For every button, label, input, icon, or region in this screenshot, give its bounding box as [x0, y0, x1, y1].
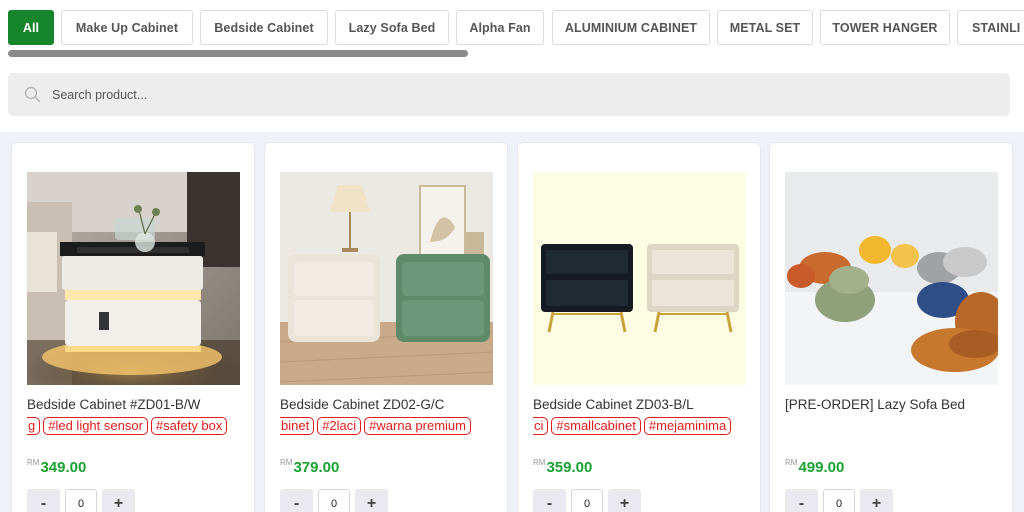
decrease-quantity-button[interactable]: -	[27, 489, 60, 512]
category-tab-bedside-cabinet[interactable]: Bedside Cabinet	[200, 10, 328, 45]
category-tab-stainless[interactable]: STAINLI	[957, 10, 1024, 45]
product-name[interactable]: Bedside Cabinet ZD02-G/C	[280, 397, 495, 412]
product-card[interactable]: [PRE-ORDER] Lazy Sofa Bed RM499.00 - +	[769, 142, 1013, 512]
price-value: 499.00	[798, 459, 845, 476]
product-card[interactable]: Bedside Cabinet #ZD01-B/W g #led light se…	[11, 142, 255, 512]
price-value: 359.00	[546, 459, 593, 476]
product-card[interactable]: Bedside Cabinet ZD02-G/C binet #2laci #war…	[264, 142, 508, 512]
product-card[interactable]: Bedside Cabinet ZD03-B/L ci #smallcabinet…	[517, 142, 761, 512]
product-tag[interactable]: #warna premium	[364, 417, 471, 435]
category-tab-make-up-cabinet[interactable]: Make Up Cabinet	[61, 10, 193, 45]
category-tab-alpha-fan[interactable]: Alpha Fan	[456, 10, 544, 45]
quantity-input[interactable]	[65, 489, 97, 512]
category-tab-lazy-sofa-bed[interactable]: Lazy Sofa Bed	[335, 10, 449, 45]
product-price: RM379.00	[280, 458, 339, 476]
increase-quantity-button[interactable]: +	[355, 489, 388, 512]
decrease-quantity-button[interactable]: -	[533, 489, 566, 512]
category-tab-all[interactable]: All	[8, 10, 54, 45]
product-tag[interactable]: #safety box	[150, 417, 228, 435]
product-tag[interactable]: g	[27, 417, 41, 435]
product-image-lazy-sofa-bed[interactable]	[785, 172, 998, 385]
product-name[interactable]: Bedside Cabinet ZD03-B/L	[533, 397, 748, 412]
increase-quantity-button[interactable]: +	[102, 489, 135, 512]
quantity-stepper: - +	[280, 489, 400, 512]
quantity-input[interactable]	[571, 489, 603, 512]
decrease-quantity-button[interactable]: -	[785, 489, 818, 512]
product-tag[interactable]: binet	[280, 417, 315, 435]
product-image-bedside-cabinet-zd02[interactable]	[280, 172, 493, 385]
category-tab-aluminium-cabinet[interactable]: ALUMINIUM CABINET	[552, 10, 710, 45]
search-input[interactable]	[52, 73, 992, 116]
quantity-stepper: - +	[785, 489, 905, 512]
product-tag[interactable]: #2laci	[317, 417, 362, 435]
category-tab-tower-hanger[interactable]: TOWER HANGER	[820, 10, 950, 45]
category-tabs: All Make Up Cabinet Bedside Cabinet Lazy…	[8, 10, 1024, 45]
product-tag[interactable]: #mejaminima	[643, 417, 732, 435]
search-icon	[24, 86, 41, 103]
increase-quantity-button[interactable]: +	[860, 489, 893, 512]
quantity-stepper: - +	[27, 489, 147, 512]
top-bar: All Make Up Cabinet Bedside Cabinet Lazy…	[0, 0, 1024, 132]
product-price: RM359.00	[533, 458, 592, 476]
currency-label: RM	[280, 458, 293, 467]
quantity-input[interactable]	[318, 489, 350, 512]
product-image-bedside-cabinet-zd01[interactable]	[27, 172, 240, 385]
category-scrollbar[interactable]	[8, 50, 468, 57]
product-image-bedside-cabinet-zd03[interactable]	[533, 172, 746, 385]
category-tab-metal-set[interactable]: METAL SET	[717, 10, 813, 45]
quantity-stepper: - +	[533, 489, 653, 512]
product-price: RM349.00	[27, 458, 86, 476]
search-bar	[8, 73, 1010, 116]
product-tags: binet #2laci #warna premium	[280, 417, 493, 437]
product-name[interactable]: [PRE-ORDER] Lazy Sofa Bed	[785, 397, 1000, 412]
currency-label: RM	[533, 458, 546, 467]
product-tags: ci #smallcabinet #mejaminima	[533, 417, 746, 437]
price-value: 379.00	[293, 459, 340, 476]
product-tag[interactable]: #led light sensor	[43, 417, 148, 435]
increase-quantity-button[interactable]: +	[608, 489, 641, 512]
currency-label: RM	[785, 458, 798, 467]
product-name[interactable]: Bedside Cabinet #ZD01-B/W	[27, 397, 242, 412]
decrease-quantity-button[interactable]: -	[280, 489, 313, 512]
product-tag[interactable]: #smallcabinet	[551, 417, 641, 435]
currency-label: RM	[27, 458, 40, 467]
product-grid: Bedside Cabinet #ZD01-B/W g #led light se…	[0, 132, 1024, 512]
price-value: 349.00	[40, 459, 87, 476]
product-tags: g #led light sensor #safety box	[27, 417, 240, 437]
product-price: RM499.00	[785, 458, 844, 476]
product-tag[interactable]: ci	[533, 417, 549, 435]
quantity-input[interactable]	[823, 489, 855, 512]
